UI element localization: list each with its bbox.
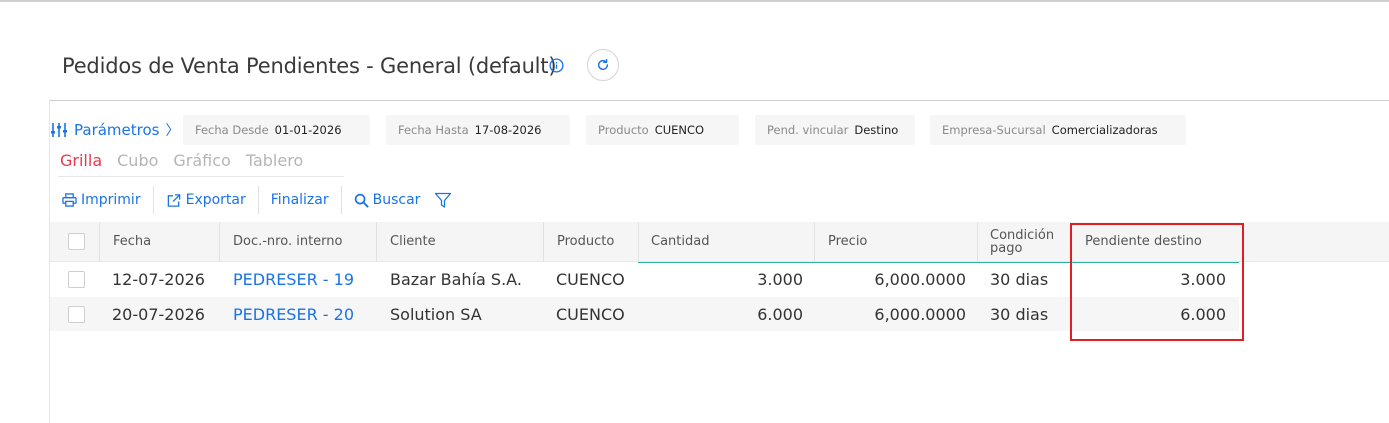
filter-button[interactable] [432, 186, 468, 214]
column-separator [638, 222, 639, 262]
filter-producto[interactable]: Producto CUENCO [586, 115, 739, 145]
filter-value: 01-01-2026 [274, 123, 342, 137]
filter-value: Comercializadoras [1051, 123, 1158, 137]
table-row[interactable]: 12-07-2026 PEDRESER - 19 Bazar Bahía S.A… [50, 262, 1239, 296]
parameters-toggle[interactable]: Parámetros 〉 [50, 120, 179, 140]
parameters-label: Parámetros [74, 121, 160, 139]
cell-doc-link[interactable]: PEDRESER - 19 [233, 262, 373, 296]
filter-key: Empresa-Sucursal [942, 123, 1046, 137]
col-cantidad[interactable]: Cantidad [651, 222, 801, 261]
filter-pend-vincular[interactable]: Pend. vincular Destino [755, 115, 915, 145]
col-fecha[interactable]: Fecha [113, 222, 213, 261]
tab-cubo[interactable]: Cubo [117, 151, 158, 170]
cell-pendiente: 3.000 [1180, 269, 1226, 289]
tab-tablero[interactable]: Tablero [246, 151, 303, 170]
print-button[interactable]: Imprimir [50, 186, 153, 214]
refresh-icon [597, 58, 609, 71]
table-row[interactable]: 20-07-2026 PEDRESER - 20 Solution SA CUE… [50, 297, 1239, 331]
col-condicion-line2: pago [990, 240, 1023, 256]
search-label: Buscar [372, 192, 421, 208]
filter-empresa-sucursal[interactable]: Empresa-Sucursal Comercializadoras [930, 115, 1186, 145]
page-title: Pedidos de Venta Pendientes - General (d… [62, 54, 557, 78]
cell-cliente: Solution SA [390, 304, 482, 324]
col-pendiente-destino[interactable]: Pendiente destino [1085, 222, 1235, 261]
filter-key: Fecha Hasta [398, 123, 469, 137]
col-producto[interactable]: Producto [557, 222, 637, 261]
column-separator [1070, 222, 1071, 262]
cell-fecha: 20-07-2026 [112, 304, 205, 324]
top-border [0, 0, 1389, 2]
row-select-cell [68, 262, 88, 296]
row-checkbox[interactable] [68, 270, 85, 288]
tab-grafico[interactable]: Gráfico [173, 151, 230, 170]
external-link-icon [167, 193, 180, 207]
col-precio[interactable]: Precio [828, 222, 978, 261]
search-button[interactable]: Buscar [342, 186, 433, 214]
cell-cantidad: 6.000 [757, 304, 803, 324]
print-label: Imprimir [81, 192, 141, 208]
cell-pendiente: 6.000 [1180, 304, 1226, 324]
row-select-cell [68, 297, 88, 331]
view-tabs: Grilla Cubo Gráfico Tablero [60, 151, 318, 170]
filter-fecha-desde[interactable]: Fecha Desde 01-01-2026 [183, 115, 370, 145]
tab-grilla[interactable]: Grilla [60, 151, 102, 170]
cell-cantidad: 3.000 [757, 269, 803, 289]
col-condicion-pago[interactable]: Condición pago [990, 222, 1080, 261]
cell-fecha: 12-07-2026 [112, 269, 205, 289]
select-all-cell [68, 222, 88, 261]
filter-value: Destino [854, 123, 899, 137]
filter-fecha-hasta[interactable]: Fecha Hasta 17-08-2026 [386, 115, 570, 145]
sliders-icon [51, 123, 67, 137]
search-icon [354, 193, 369, 208]
grid-header: Fecha Doc.-nro. interno Cliente Producto… [50, 222, 1389, 262]
cell-precio: 6,000.0000 [874, 269, 966, 289]
column-separator [543, 222, 544, 262]
refresh-button[interactable] [587, 49, 619, 81]
cell-precio: 6,000.0000 [874, 304, 966, 324]
cell-condicion: 30 dias [990, 304, 1049, 324]
export-label: Exportar [185, 192, 246, 208]
filter-value: 17-08-2026 [474, 123, 542, 137]
col-cliente[interactable]: Cliente [390, 222, 540, 261]
filter-value: CUENCO [654, 123, 705, 137]
col-condicion-line1: Condición [990, 227, 1055, 243]
chevron-right-icon: 〉 [165, 123, 180, 139]
filter-key: Pend. vincular [767, 123, 849, 137]
column-separator [977, 222, 978, 262]
column-separator [376, 222, 377, 262]
row-checkbox[interactable] [68, 305, 85, 323]
export-button[interactable]: Exportar [154, 186, 258, 214]
cell-producto: CUENCO [556, 304, 625, 324]
column-separator [219, 222, 220, 262]
funnel-icon [435, 192, 452, 208]
toolbar: Imprimir Exportar Finalizar Buscar [50, 186, 468, 214]
header-divider [49, 100, 1389, 101]
finish-label: Finalizar [270, 192, 329, 208]
column-separator [99, 222, 100, 262]
column-separator [814, 222, 815, 262]
finish-button[interactable]: Finalizar [259, 186, 341, 214]
row-top-border [638, 262, 1239, 263]
info-icon[interactable] [549, 58, 564, 73]
cell-producto: CUENCO [556, 269, 625, 289]
cell-condicion: 30 dias [990, 269, 1049, 289]
printer-icon [62, 193, 77, 207]
cell-doc-link[interactable]: PEDRESER - 20 [233, 297, 373, 331]
col-doc[interactable]: Doc.-nro. interno [233, 222, 383, 261]
select-all-checkbox[interactable] [68, 233, 85, 250]
tabs-divider [58, 176, 344, 177]
filter-key: Fecha Desde [195, 123, 269, 137]
filter-key: Producto [598, 123, 649, 137]
cell-cliente: Bazar Bahía S.A. [390, 269, 522, 289]
